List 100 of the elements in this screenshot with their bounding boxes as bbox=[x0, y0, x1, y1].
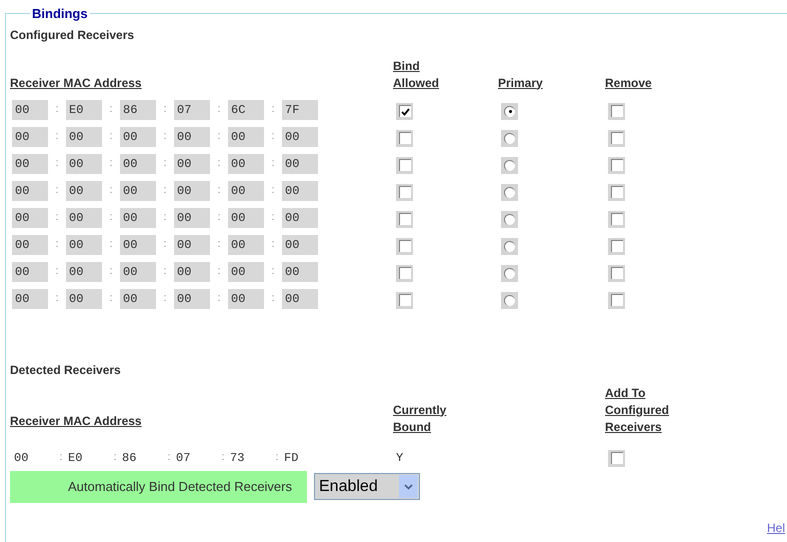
checkbox[interactable] bbox=[608, 450, 625, 466]
checkbox[interactable] bbox=[396, 210, 413, 228]
separator: : bbox=[270, 156, 276, 172]
octet-field[interactable]: 00 bbox=[282, 126, 318, 146]
panel-legend: Bindings bbox=[30, 4, 90, 24]
octet-field[interactable]: 00 bbox=[228, 262, 264, 282]
dropdown-icon bbox=[399, 475, 418, 498]
separator: : bbox=[108, 264, 114, 280]
octet-field[interactable]: 00 bbox=[120, 154, 156, 174]
separator: : bbox=[54, 291, 60, 306]
octet-field[interactable]: 00 bbox=[12, 208, 48, 228]
octet-field[interactable]: 00 bbox=[228, 126, 264, 146]
separator: : bbox=[270, 183, 276, 198]
octet-field[interactable]: 00 bbox=[228, 208, 264, 228]
octet-field[interactable]: 00 bbox=[66, 208, 102, 228]
checkbox[interactable] bbox=[608, 210, 625, 228]
octet-field[interactable]: 00 bbox=[120, 126, 156, 146]
checkbox[interactable] bbox=[608, 102, 625, 120]
octet-field[interactable]: 00 bbox=[66, 262, 102, 282]
checkbox[interactable] bbox=[396, 130, 413, 146]
octet-field[interactable]: 00 bbox=[228, 180, 264, 200]
octet-field[interactable]: 00 bbox=[12, 234, 48, 254]
octet-field[interactable]: 00 bbox=[12, 262, 48, 282]
octet-field[interactable]: 00 bbox=[66, 234, 102, 254]
octet-field[interactable]: 00 bbox=[282, 180, 318, 200]
octet-field[interactable]: 00 bbox=[174, 262, 210, 282]
octet-field[interactable]: 00 bbox=[174, 234, 210, 254]
checkbox[interactable] bbox=[608, 184, 625, 200]
checkbox[interactable] bbox=[396, 102, 413, 120]
separator: : bbox=[108, 129, 114, 144]
octet-field[interactable]: 00 bbox=[12, 126, 48, 146]
octet-field[interactable]: 00 bbox=[66, 154, 102, 174]
checkbox[interactable] bbox=[396, 292, 413, 308]
octet-field[interactable]: 00 bbox=[66, 288, 102, 308]
octet-field[interactable]: 00 bbox=[120, 180, 156, 200]
octet-field[interactable]: 00 bbox=[66, 126, 102, 146]
octet-field[interactable]: 6C bbox=[228, 100, 264, 120]
octet-field[interactable]: 00 bbox=[282, 234, 318, 254]
octet-field[interactable]: 00 bbox=[228, 288, 264, 308]
octet-field[interactable]: 00 bbox=[282, 262, 318, 282]
auto-bind-label: Automatically Bind Detected Receivers bbox=[10, 470, 307, 502]
radio-button[interactable] bbox=[501, 292, 518, 308]
octet-field[interactable]: 00 bbox=[174, 154, 210, 174]
separator: : bbox=[54, 210, 60, 226]
octet-text: FD bbox=[284, 450, 300, 466]
separator: : bbox=[54, 102, 60, 118]
octet-field[interactable]: 00 bbox=[120, 288, 156, 308]
separator: : bbox=[162, 264, 168, 280]
octet-field[interactable]: 00 bbox=[282, 288, 318, 308]
separator: : bbox=[274, 450, 280, 466]
octet-field[interactable]: 00 bbox=[12, 100, 48, 120]
radio-button[interactable] bbox=[501, 264, 518, 282]
octet-field[interactable]: 00 bbox=[282, 208, 318, 228]
radio-button[interactable] bbox=[501, 184, 518, 200]
radio-button[interactable] bbox=[501, 210, 518, 228]
radio-button[interactable] bbox=[501, 238, 518, 254]
checkbox[interactable] bbox=[608, 264, 625, 282]
help-link[interactable]: Hel bbox=[766, 518, 785, 536]
checkbox[interactable] bbox=[396, 238, 413, 254]
radio-button[interactable] bbox=[501, 156, 518, 174]
checkbox[interactable] bbox=[396, 156, 413, 174]
octet-field[interactable]: 00 bbox=[282, 154, 318, 174]
octet-field[interactable]: 00 bbox=[228, 154, 264, 174]
octet-field[interactable]: 00 bbox=[12, 288, 48, 308]
octet-field[interactable]: 00 bbox=[12, 180, 48, 200]
octet-field[interactable]: 86 bbox=[120, 100, 156, 120]
radio-button[interactable] bbox=[501, 130, 518, 146]
column-header: Bind Allowed bbox=[393, 58, 438, 92]
octet-field[interactable]: 00 bbox=[174, 208, 210, 228]
separator: : bbox=[220, 450, 226, 466]
octet-field[interactable]: 00 bbox=[120, 208, 156, 228]
radio-button[interactable] bbox=[501, 102, 518, 120]
auto-bind-select[interactable]: Enabled bbox=[314, 473, 420, 500]
checkbox[interactable] bbox=[396, 264, 413, 282]
octet-field[interactable]: 07 bbox=[174, 100, 210, 120]
octet-field[interactable]: 00 bbox=[120, 262, 156, 282]
checkbox[interactable] bbox=[608, 238, 625, 254]
octet-field[interactable]: 00 bbox=[120, 234, 156, 254]
separator: : bbox=[216, 264, 222, 280]
separator: : bbox=[54, 183, 60, 198]
separator: : bbox=[54, 237, 60, 252]
octet-field[interactable]: 00 bbox=[174, 180, 210, 200]
octet-field[interactable]: 7F bbox=[282, 100, 318, 120]
octet-field[interactable]: 00 bbox=[66, 180, 102, 200]
checkmark-icon bbox=[400, 108, 410, 116]
octet-field[interactable]: E0 bbox=[66, 100, 102, 120]
checkbox[interactable] bbox=[608, 130, 625, 146]
separator: : bbox=[162, 156, 168, 172]
octet-field[interactable]: 00 bbox=[228, 234, 264, 254]
separator: : bbox=[54, 129, 60, 144]
separator: : bbox=[216, 291, 222, 306]
checkbox[interactable] bbox=[396, 184, 413, 200]
checkbox[interactable] bbox=[608, 156, 625, 174]
octet-field[interactable]: 00 bbox=[174, 288, 210, 308]
octet-field[interactable]: 00 bbox=[12, 154, 48, 174]
separator: : bbox=[54, 156, 60, 172]
separator: : bbox=[108, 237, 114, 252]
octet-field[interactable]: 00 bbox=[174, 126, 210, 146]
column-header: Receiver MAC Address bbox=[10, 412, 142, 430]
checkbox[interactable] bbox=[608, 292, 625, 308]
